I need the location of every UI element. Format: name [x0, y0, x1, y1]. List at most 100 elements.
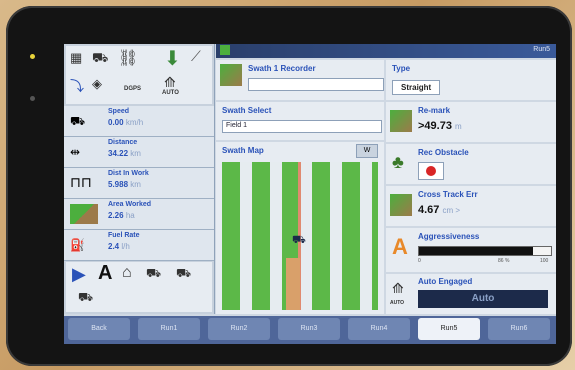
aggr-tick-current: 86 %	[498, 258, 510, 264]
aggressiveness-fill	[419, 247, 533, 255]
home-icon[interactable]: ⌂	[122, 264, 132, 282]
tab-run5[interactable]: Run5	[418, 318, 480, 340]
type-panel: Type Straight	[386, 60, 556, 100]
swath-select-title: Swath Select	[222, 106, 272, 115]
area-icon	[70, 204, 98, 224]
implement-pair-icon[interactable]: ⛟	[176, 266, 191, 282]
swath-map-panel: Swath Map W ⛟	[216, 142, 384, 314]
speed-value: 0.00	[108, 118, 124, 127]
distance-label: Distance	[108, 139, 138, 146]
implement-icon[interactable]: ⛟	[146, 266, 161, 282]
status-icons: ▦ ⛟ ⛓ ⬇ ⟋ ⤵ ◈ DGPS ⟰ AUTO	[66, 46, 212, 104]
distance-unit: km	[130, 149, 141, 158]
tree-icon: ♣	[392, 152, 404, 172]
header-bar: Run5	[216, 44, 556, 58]
cross-track-title: Cross Track Err	[418, 190, 478, 199]
fuel-rate-readout: ⛽ Fuel Rate 2.4 l/h	[64, 230, 214, 261]
aggressiveness-slider[interactable]	[418, 246, 552, 256]
swath-select-panel: Swath Select Field 1	[216, 102, 384, 140]
auto-engaged-title: Auto Engaged	[418, 277, 473, 286]
cross-track-value: 4.67	[418, 204, 440, 216]
map-thumbnail-icon	[220, 45, 230, 55]
distance-value: 34.22	[108, 149, 129, 158]
play-icon[interactable]: ▶	[72, 264, 86, 285]
fuel-rate-value: 2.4	[108, 242, 120, 251]
area-worked-value: 2.26	[108, 211, 124, 220]
swath-recorder-panel: Swath 1 Recorder	[216, 60, 384, 100]
download-arrow-icon[interactable]: ⬇	[164, 46, 181, 71]
speed-label: Speed	[108, 108, 130, 115]
tab-back[interactable]: Back	[68, 318, 130, 340]
tablet-bezel: ▦ ⛟ ⛓ ⬇ ⟋ ⤵ ◈ DGPS ⟰ AUTO ⛟ Speed 0.00 k…	[6, 6, 572, 366]
dist-in-work-unit: km	[130, 180, 141, 189]
gps-icon: ◈	[92, 76, 102, 91]
display-screen: ▦ ⛟ ⛓ ⬇ ⟋ ⤵ ◈ DGPS ⟰ AUTO ⛟ Speed 0.00 k…	[64, 44, 556, 344]
tab-run4[interactable]: Run4	[348, 318, 410, 340]
type-selector[interactable]: Straight	[392, 80, 441, 95]
cross-track-icon	[390, 194, 412, 216]
area-worked-label: Area Worked	[108, 201, 152, 208]
speed-readout: ⛟ Speed 0.00 km/h	[64, 106, 214, 137]
cross-track-panel: Cross Track Err 4.67 cm >	[386, 186, 556, 226]
map-zoom-button[interactable]: W	[356, 144, 378, 158]
power-led	[30, 54, 35, 59]
dist-in-work-readout: ⊓⊓ Dist In Work 5.988 km	[64, 168, 214, 199]
tab-run2[interactable]: Run2	[208, 318, 270, 340]
speed-unit: km/h	[125, 118, 144, 127]
remark-title: Re-mark	[418, 106, 451, 115]
quick-icons: ▶ A ⌂ ⛟ ⛟ ⛟	[66, 262, 212, 312]
remark-panel: Re-mark >49.73 m	[386, 102, 556, 142]
aggr-tick-min: 0	[418, 258, 421, 264]
recorder-icon	[220, 64, 242, 86]
auto-label: AUTO	[162, 90, 179, 96]
rec-obstacle-panel: ♣ Rec Obstacle	[386, 144, 556, 184]
aggr-tick-max: 100	[540, 258, 549, 264]
letter-a-icon[interactable]: A	[98, 262, 112, 285]
tab-run3[interactable]: Run3	[278, 318, 340, 340]
cross-track-unit: cm >	[442, 206, 461, 215]
dist-in-work-value: 5.988	[108, 180, 129, 189]
hitch-icon: ⤵	[70, 78, 84, 94]
remark-icon[interactable]	[390, 110, 412, 132]
swath-map-title: Swath Map	[222, 146, 264, 155]
tab-run1[interactable]: Run1	[138, 318, 200, 340]
fuel-rate-unit: l/h	[121, 242, 130, 251]
distance-readout: ⇹ Distance 34.22 km	[64, 137, 214, 168]
auto-engage-button[interactable]: Auto	[418, 290, 548, 308]
tractor-implement-icon[interactable]: ⛟	[78, 290, 93, 306]
antenna-icon: ▦	[70, 50, 83, 65]
auto-icon-label: AUTO	[390, 300, 405, 306]
tab-run6[interactable]: Run6	[488, 318, 550, 340]
left-panel: ▦ ⛟ ⛓ ⬇ ⟋ ⤵ ◈ DGPS ⟰ AUTO ⛟ Speed 0.00 k…	[64, 44, 215, 314]
speed-icon: ⛟	[70, 114, 86, 128]
area-worked-readout: Area Worked 2.26 ha	[64, 199, 214, 230]
area-worked-unit: ha	[125, 211, 135, 220]
link-icon[interactable]: ⛓	[118, 48, 138, 68]
record-button[interactable]	[418, 162, 444, 180]
aggressiveness-title: Aggressiveness	[418, 232, 480, 241]
dist-in-work-label: Dist In Work	[108, 170, 149, 177]
work-distance-icon: ⊓⊓	[70, 174, 92, 190]
dgps-label: DGPS	[124, 86, 142, 92]
auto-steer-small-icon: ⟰	[392, 280, 404, 296]
swath-select-field[interactable]: Field 1	[222, 120, 382, 133]
fuel-icon: ⛽	[70, 238, 85, 252]
remark-unit: m	[455, 122, 462, 131]
steering-icon: ⟋	[191, 48, 201, 64]
record-dot-icon	[426, 166, 436, 176]
page-label: Run5	[533, 46, 550, 53]
type-title: Type	[392, 64, 411, 73]
distance-icon: ⇹	[70, 145, 81, 159]
tractor-icon: ⛟	[92, 50, 109, 65]
remark-value: >49.73	[418, 120, 452, 132]
aggressiveness-panel: A Aggressiveness 0 86 % 100	[386, 228, 556, 272]
aggressiveness-icon: A	[392, 234, 408, 259]
recorder-title: Swath 1 Recorder	[248, 64, 316, 73]
auto-engaged-panel: ⟰ AUTO Auto Engaged Auto	[386, 274, 556, 314]
auto-steer-icon[interactable]: ⟰	[164, 74, 176, 91]
swath-map-view[interactable]: ⛟	[222, 162, 378, 310]
worked-strip	[286, 258, 300, 310]
camera	[30, 96, 35, 101]
recorder-field[interactable]	[248, 78, 384, 91]
rec-obstacle-title: Rec Obstacle	[418, 148, 469, 157]
